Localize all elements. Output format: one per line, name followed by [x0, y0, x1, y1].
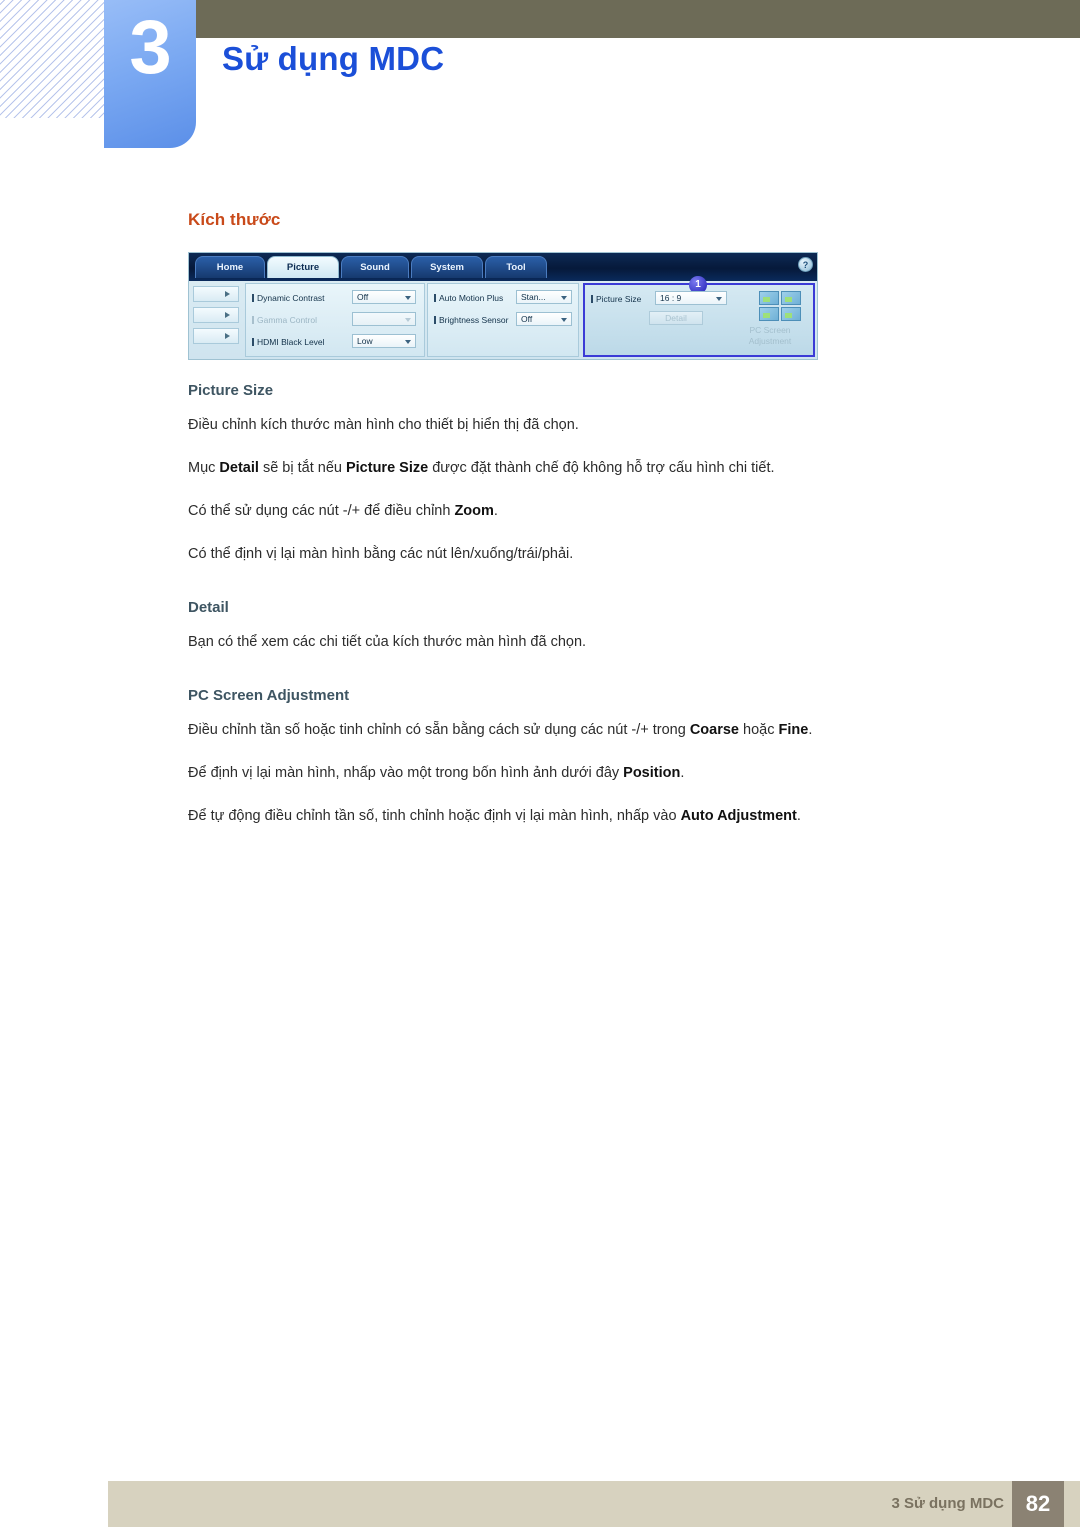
- chevron-down-icon: [561, 318, 567, 322]
- combo-brightness-sensor[interactable]: Off: [516, 312, 572, 326]
- chevron-right-icon-2[interactable]: [193, 307, 239, 323]
- chapter-number-tab: 3: [104, 0, 196, 148]
- p2-part-e: được đặt thành chế độ không hỗ trợ cấu h…: [428, 460, 775, 477]
- footer-page-number: 82: [1012, 1481, 1064, 1527]
- mdc-tab-system[interactable]: System: [411, 256, 483, 278]
- mdc-group-picture-size: 1 Picture Size 16 : 9 Detail PC Screen A…: [583, 276, 815, 357]
- paragraph-coarse-fine: Điều chỉnh tần số hoặc tinh chỉnh có sẵn…: [188, 720, 1008, 741]
- page-title: Sử dụng MDC: [222, 40, 445, 77]
- subheading-pc-screen-adjustment: PC Screen Adjustment: [188, 687, 350, 705]
- pc-screen-adjustment-label: PC Screen Adjustment: [735, 325, 805, 347]
- p3-bold-zoom: Zoom: [454, 503, 494, 520]
- mdc-tab-tool[interactable]: Tool: [485, 256, 547, 278]
- position-thumbnail-top-left[interactable]: [759, 291, 779, 305]
- help-icon[interactable]: ?: [798, 257, 813, 272]
- label-dynamic-contrast: Dynamic Contrast: [252, 293, 325, 303]
- position-thumbnail-bottom-left[interactable]: [759, 307, 779, 321]
- p6-bold-fine: Fine: [778, 722, 809, 739]
- chevron-down-icon: [405, 340, 411, 344]
- p2-bold-picture-size: Picture Size: [345, 460, 429, 477]
- paragraph-zoom: Có thể sử dụng các nút -/+ để điều chỉnh…: [188, 501, 1008, 522]
- detail-button: Detail: [649, 311, 703, 325]
- p8-part-a: Để tự động điều chỉnh tần số, tinh chỉnh…: [188, 808, 681, 825]
- paragraph-position: Để định vị lại màn hình, nhấp vào một tr…: [188, 763, 1008, 784]
- label-hdmi-black-level: HDMI Black Level: [252, 337, 325, 347]
- subheading-detail: Detail: [188, 599, 229, 617]
- mdc-panel-body: Dynamic Contrast Off Gamma Control HDMI …: [189, 276, 817, 359]
- p2-bold-detail: Detail: [219, 460, 259, 477]
- chevron-down-icon: [716, 297, 722, 301]
- p3-part-a: Có thể sử dụng các nút -/+ để điều chỉnh: [188, 503, 455, 520]
- mdc-tab-home[interactable]: Home: [195, 256, 265, 278]
- mdc-group-picture-advanced: Auto Motion Plus Stan... Brightness Sens…: [427, 283, 579, 357]
- main-content: Kích thước Home Picture Sound System Too…: [188, 210, 1008, 849]
- p2-part-c: sẽ bị tắt nếu: [258, 460, 346, 477]
- chapter-header: 3 Sử dụng MDC: [0, 0, 1080, 160]
- p7-part-c: .: [680, 765, 685, 782]
- pc-screen-label-line2: Adjustment: [748, 336, 792, 346]
- label-picture-size: Picture Size: [591, 294, 641, 304]
- position-thumbnail-bottom-right[interactable]: [781, 307, 801, 321]
- combo-auto-motion-plus-value: Stan...: [521, 292, 546, 302]
- combo-brightness-sensor-value: Off: [521, 314, 533, 324]
- p6-part-a: Điều chỉnh tần số hoặc tinh chỉnh có sẵn…: [188, 722, 690, 739]
- combo-picture-size-value: 16 : 9: [660, 293, 682, 303]
- p3-part-c: .: [493, 503, 498, 520]
- paragraph-reposition-buttons: Có thể định vị lại màn hình bằng các nút…: [188, 546, 574, 563]
- p6-part-e: .: [808, 722, 813, 739]
- mdc-group-picture-basic: Dynamic Contrast Off Gamma Control HDMI …: [245, 283, 425, 357]
- combo-dynamic-contrast[interactable]: Off: [352, 290, 416, 304]
- footer-chapter-label: 3 Sử dụng MDC: [891, 1495, 1004, 1512]
- page-footer: 3 Sử dụng MDC 82: [108, 1481, 1080, 1527]
- p8-part-c: .: [796, 808, 801, 825]
- combo-gamma-control: [352, 312, 416, 326]
- mdc-tab-sound[interactable]: Sound: [341, 256, 409, 278]
- p8-bold-auto-adjustment: Auto Adjustment: [680, 808, 797, 825]
- mdc-expand-arrow-column: [193, 286, 241, 349]
- chevron-right-icon-3[interactable]: [193, 328, 239, 344]
- paragraph-detail-desc: Bạn có thể xem các chi tiết của kích thư…: [188, 634, 587, 651]
- p7-part-a: Để định vị lại màn hình, nhấp vào một tr…: [188, 765, 624, 782]
- combo-auto-motion-plus[interactable]: Stan...: [516, 290, 572, 304]
- combo-dynamic-contrast-value: Off: [357, 292, 369, 302]
- paragraph-detail-disabled-note: Mục Detail sẽ bị tắt nếu Picture Size đư…: [188, 458, 1008, 479]
- label-auto-motion-plus: Auto Motion Plus: [434, 293, 503, 303]
- paragraph-picture-size-desc: Điều chỉnh kích thước màn hình cho thiết…: [188, 417, 579, 433]
- position-thumbnail-grid[interactable]: [759, 291, 801, 321]
- paragraph-auto-adjustment: Để tự động điều chỉnh tần số, tinh chỉnh…: [188, 806, 1008, 827]
- chevron-right-icon-1[interactable]: [193, 286, 239, 302]
- combo-hdmi-black-level[interactable]: Low: [352, 334, 416, 348]
- position-thumbnail-top-right[interactable]: [781, 291, 801, 305]
- header-olive-bar: [188, 0, 1080, 38]
- section-heading: Kích thước: [188, 210, 281, 229]
- chapter-number: 3: [129, 5, 171, 90]
- pc-screen-label-line1: PC Screen: [749, 325, 791, 335]
- chevron-down-icon: [405, 296, 411, 300]
- mdc-tab-picture[interactable]: Picture: [267, 256, 339, 278]
- combo-picture-size[interactable]: 16 : 9: [655, 291, 727, 305]
- label-brightness-sensor: Brightness Sensor: [434, 315, 508, 325]
- chevron-down-icon: [561, 296, 567, 300]
- p7-bold-position: Position: [623, 765, 681, 782]
- chevron-down-icon: [405, 318, 411, 322]
- decorative-hatch-pattern: [0, 0, 108, 118]
- mdc-tab-strip: Home Picture Sound System Tool ?: [189, 253, 817, 281]
- label-gamma-control: Gamma Control: [252, 315, 317, 325]
- p2-part-a: Mục: [188, 460, 220, 477]
- combo-hdmi-black-level-value: Low: [357, 336, 373, 346]
- subheading-picture-size: Picture Size: [188, 382, 274, 399]
- p6-part-c: hoặc: [739, 722, 779, 739]
- mdc-screenshot-figure: Home Picture Sound System Tool ? Dynamic…: [188, 252, 818, 360]
- p6-bold-coarse: Coarse: [689, 722, 739, 739]
